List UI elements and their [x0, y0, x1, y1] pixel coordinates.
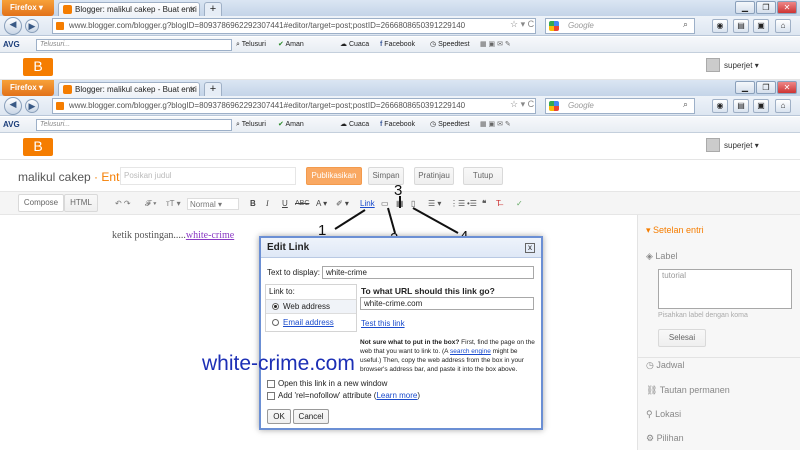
nofollow-label: Add 'rel=nofollow' attribute ( — [278, 391, 377, 400]
dialog-close-icon[interactable]: x — [525, 243, 535, 253]
help-text: Not sure what to put in the box? First, … — [360, 338, 538, 374]
edit-link-dialog: Edit Link x Text to display: white-crime… — [259, 236, 543, 430]
url-input[interactable]: white-crime.com — [360, 297, 534, 310]
link-to-label: Link to: — [269, 287, 295, 296]
email-address-option[interactable]: Email address — [272, 318, 334, 327]
new-window-checkbox[interactable] — [267, 379, 275, 388]
text-to-display-input[interactable]: white-crime — [322, 266, 534, 279]
nofollow-option[interactable]: Add 'rel=nofollow' attribute (Learn more… — [267, 391, 420, 400]
arrow-1 — [334, 209, 366, 230]
web-address-radio[interactable] — [272, 303, 279, 311]
ok-button[interactable]: OK — [267, 409, 291, 424]
new-window-label: Open this link in a new window — [278, 379, 388, 388]
cancel-button[interactable]: Cancel — [293, 409, 329, 424]
text-to-display-label: Text to display: — [267, 268, 320, 277]
learn-more-link[interactable]: Learn more — [376, 391, 417, 400]
email-address-radio[interactable] — [272, 319, 279, 327]
watermark: white-crime.com — [202, 352, 355, 375]
email-address-label[interactable]: Email address — [283, 318, 334, 327]
link-to-panel: Link to: Web address Email address — [265, 284, 357, 332]
search-engine-link[interactable]: search engine — [450, 348, 491, 355]
web-address-option[interactable]: Web address — [266, 299, 356, 314]
help-bold: Not sure what to put in the box? — [360, 339, 460, 346]
arrow-4 — [412, 207, 459, 234]
nofollow-checkbox[interactable] — [267, 391, 275, 400]
web-address-label: Web address — [283, 302, 330, 311]
annotation-number-3: 3 — [394, 182, 403, 199]
url-question: To what URL should this link go? — [361, 286, 495, 296]
dialog-title: Edit Link — [261, 238, 541, 258]
new-window-option[interactable]: Open this link in a new window — [267, 379, 387, 388]
test-link[interactable]: Test this link — [361, 319, 405, 328]
nofollow-label-end: ) — [417, 391, 421, 400]
